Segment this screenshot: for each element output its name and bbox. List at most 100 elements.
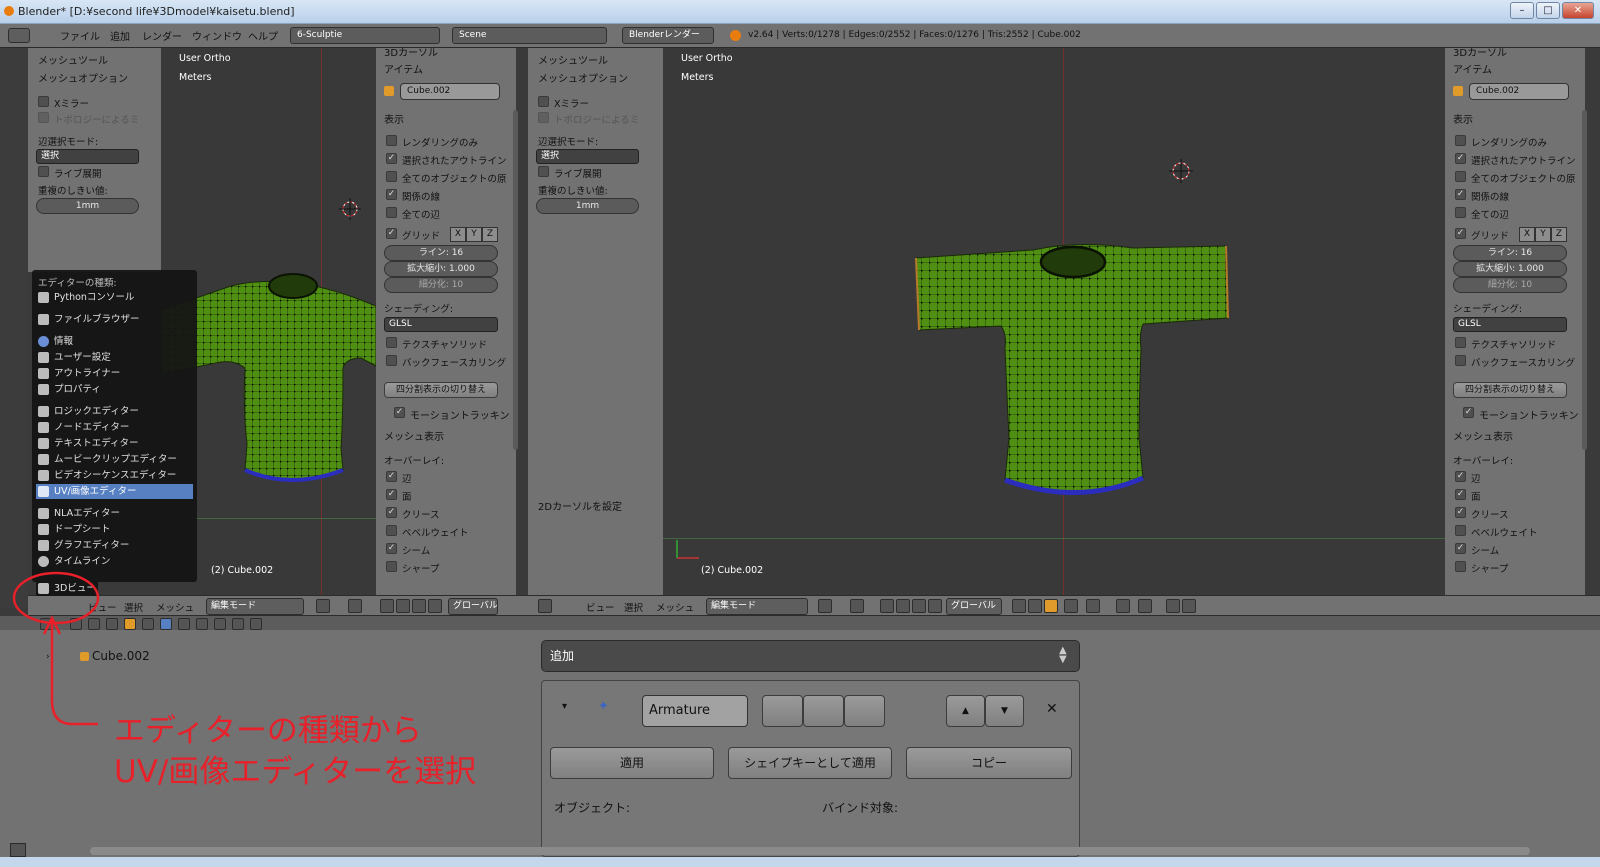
scene-field[interactable]: Scene <box>452 27 607 44</box>
mode-dropdown[interactable]: 編集モード <box>206 598 304 615</box>
manipulator-all-icon[interactable] <box>428 599 442 613</box>
toggle-quad-view-button[interactable]: 四分割表示の切り替え <box>1453 382 1567 398</box>
occlude-geometry-icon[interactable] <box>1064 599 1078 613</box>
collapse-arrow-icon[interactable]: ▾ <box>562 701 567 712</box>
edge-select-dropdown[interactable]: 選択 <box>36 149 139 164</box>
manipulator-scale-icon[interactable] <box>912 599 926 613</box>
toggle-quad-view-button[interactable]: 四分割表示の切り替え <box>384 382 498 398</box>
horizontal-scrollbar[interactable] <box>90 847 1530 855</box>
modifier-name-field[interactable]: Armature <box>642 695 748 727</box>
realtime-toggle-icon[interactable] <box>803 695 844 727</box>
menu-item-uv-image-editor[interactable]: UV/画像エディター <box>36 484 193 499</box>
grid-subdivisions-field[interactable]: 細分化: 10 <box>1453 277 1567 293</box>
motion-tracking-checkbox[interactable]: ✓ <box>1463 407 1474 418</box>
menu-item-nla-editor[interactable]: NLAエディター <box>36 506 193 521</box>
grid-y-toggle[interactable]: Y <box>466 227 482 242</box>
grid-checkbox[interactable]: ✓ <box>386 228 397 239</box>
manipulator-translate-icon[interactable] <box>880 599 894 613</box>
menu-item-info[interactable]: 情報 <box>36 334 193 349</box>
x-mirror-checkbox[interactable] <box>538 96 549 107</box>
grid-y-toggle[interactable]: Y <box>1535 227 1551 242</box>
menu-render[interactable]: レンダー <box>142 28 182 43</box>
menu-item-text-editor[interactable]: テキストエディター <box>36 436 193 451</box>
constraints-tab-icon[interactable] <box>142 618 154 630</box>
viewport-shading-icon[interactable] <box>818 599 832 613</box>
minimize-button[interactable]: – <box>1510 2 1534 19</box>
bottom-editor-type-icon[interactable] <box>10 843 26 857</box>
menu-view[interactable]: ビュー <box>586 600 615 614</box>
backface-culling-checkbox[interactable] <box>1455 355 1466 366</box>
display-header[interactable]: 表示 <box>1453 111 1473 126</box>
seams-checkbox[interactable]: ✓ <box>386 543 397 554</box>
menu-mesh[interactable]: メッシュ <box>656 600 694 614</box>
faces-checkbox[interactable]: ✓ <box>386 489 397 500</box>
manipulator-scale-icon[interactable] <box>412 599 426 613</box>
material-tab-icon[interactable] <box>196 618 208 630</box>
menu-item-user-preferences[interactable]: ユーザー設定 <box>36 350 193 365</box>
physics-tab-icon[interactable] <box>250 618 262 630</box>
double-threshold-field[interactable]: 1mm <box>536 198 639 214</box>
menu-help[interactable]: ヘルプ <box>248 28 278 43</box>
seams-checkbox[interactable]: ✓ <box>1455 543 1466 554</box>
sharp-checkbox[interactable] <box>1455 561 1466 572</box>
grid-x-toggle[interactable]: X <box>1519 227 1535 242</box>
manipulator-translate-icon[interactable] <box>380 599 394 613</box>
screen-layout-field[interactable]: 6-Sculptie <box>290 27 440 44</box>
manipulator-rotate-icon[interactable] <box>396 599 410 613</box>
render-only-checkbox[interactable] <box>386 135 397 146</box>
3d-cursor-header[interactable]: 3Dカーソル <box>1453 44 1507 59</box>
menu-item-outliner[interactable]: アウトライナー <box>36 366 193 381</box>
particles-tab-icon[interactable] <box>232 618 244 630</box>
edges-checkbox[interactable]: ✓ <box>386 471 397 482</box>
menu-mesh[interactable]: メッシュ <box>156 600 194 614</box>
grid-z-toggle[interactable]: Z <box>482 227 498 242</box>
bevel-weight-checkbox[interactable] <box>1455 525 1466 536</box>
textured-solid-checkbox[interactable] <box>386 337 397 348</box>
edges-checkbox[interactable]: ✓ <box>1455 471 1466 482</box>
add-modifier-dropdown[interactable]: 追加 <box>541 640 1080 672</box>
move-down-button[interactable]: ▼ <box>985 695 1024 727</box>
render-view-icon[interactable] <box>1166 599 1180 613</box>
apply-as-shape-button[interactable]: シェイプキーとして適用 <box>728 747 892 779</box>
scrollbar-left-panel[interactable] <box>513 110 518 450</box>
3d-cursor-header[interactable]: 3Dカーソル <box>384 44 438 59</box>
menu-item-logic-editor[interactable]: ロジックエディター <box>36 404 193 419</box>
motion-tracking-header[interactable]: モーショントラッキン <box>410 407 510 422</box>
mode-dropdown[interactable]: 編集モード <box>706 598 808 615</box>
viewport-right[interactable]: User Ortho Meters (2) Cube.002 <box>663 48 1445 595</box>
render-toggle-icon[interactable] <box>762 695 803 727</box>
orientation-dropdown[interactable]: グローバル <box>448 598 498 615</box>
shading-dropdown[interactable]: GLSL <box>384 317 498 332</box>
grid-subdivisions-field[interactable]: 細分化: 10 <box>384 277 498 293</box>
all-edges-checkbox[interactable] <box>386 207 397 218</box>
editmode-toggle-icon[interactable] <box>844 695 885 727</box>
pivot-icon[interactable] <box>850 599 864 613</box>
editor-type-icon[interactable] <box>8 28 30 43</box>
x-mirror-checkbox[interactable] <box>38 96 49 107</box>
apply-button[interactable]: 適用 <box>550 747 714 779</box>
copy-button[interactable]: コピー <box>906 747 1072 779</box>
vertex-select-icon[interactable] <box>1012 599 1026 613</box>
face-select-icon[interactable] <box>1044 599 1058 613</box>
grid-lines-field[interactable]: ライン: 16 <box>1453 245 1567 261</box>
snap-element-icon[interactable] <box>1138 599 1152 613</box>
relationship-lines-checkbox[interactable]: ✓ <box>386 189 397 200</box>
texture-tab-icon[interactable] <box>214 618 226 630</box>
grid-scale-field[interactable]: 拡大縮小: 1.000 <box>384 261 498 277</box>
item-header[interactable]: アイテム <box>384 61 423 76</box>
mesh-tools-header[interactable]: メッシュツール <box>38 52 108 67</box>
manipulator-all-icon[interactable] <box>928 599 942 613</box>
snap-icon[interactable] <box>1116 599 1130 613</box>
edge-select-icon[interactable] <box>1028 599 1042 613</box>
menu-item-node-editor[interactable]: ノードエディター <box>36 420 193 435</box>
pivot-icon[interactable] <box>348 599 362 613</box>
live-unwrap-checkbox[interactable] <box>538 166 549 177</box>
mesh-tools-header[interactable]: メッシュツール <box>538 52 608 67</box>
maximize-button[interactable]: □ <box>1536 2 1560 19</box>
menu-item-python-console[interactable]: Pythonコンソール <box>36 290 193 305</box>
motion-tracking-header[interactable]: モーショントラッキン <box>1479 407 1579 422</box>
menu-add[interactable]: 追加 <box>110 28 130 43</box>
outline-selected-checkbox[interactable]: ✓ <box>1455 153 1466 164</box>
cursor-2d-header[interactable]: 2Dカーソルを設定 <box>538 498 622 513</box>
render-engine-dropdown[interactable]: Blenderレンダー <box>622 27 714 44</box>
